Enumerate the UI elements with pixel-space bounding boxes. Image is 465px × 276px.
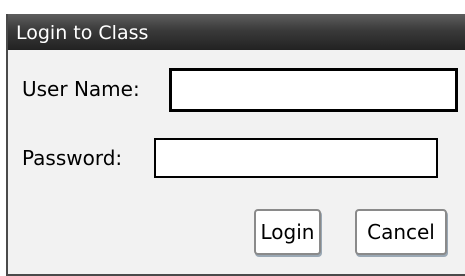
password-input[interactable] xyxy=(154,138,438,178)
dialog-titlebar: Login to Class xyxy=(8,14,465,50)
username-input[interactable] xyxy=(169,68,458,112)
cancel-button[interactable]: Cancel xyxy=(355,209,447,255)
dialog-title: Login to Class xyxy=(16,22,149,44)
username-label: User Name: xyxy=(22,77,140,101)
login-dialog: Login to Class User Name: Password: Logi… xyxy=(6,14,465,276)
login-button[interactable]: Login xyxy=(254,209,321,255)
password-label: Password: xyxy=(22,146,123,170)
